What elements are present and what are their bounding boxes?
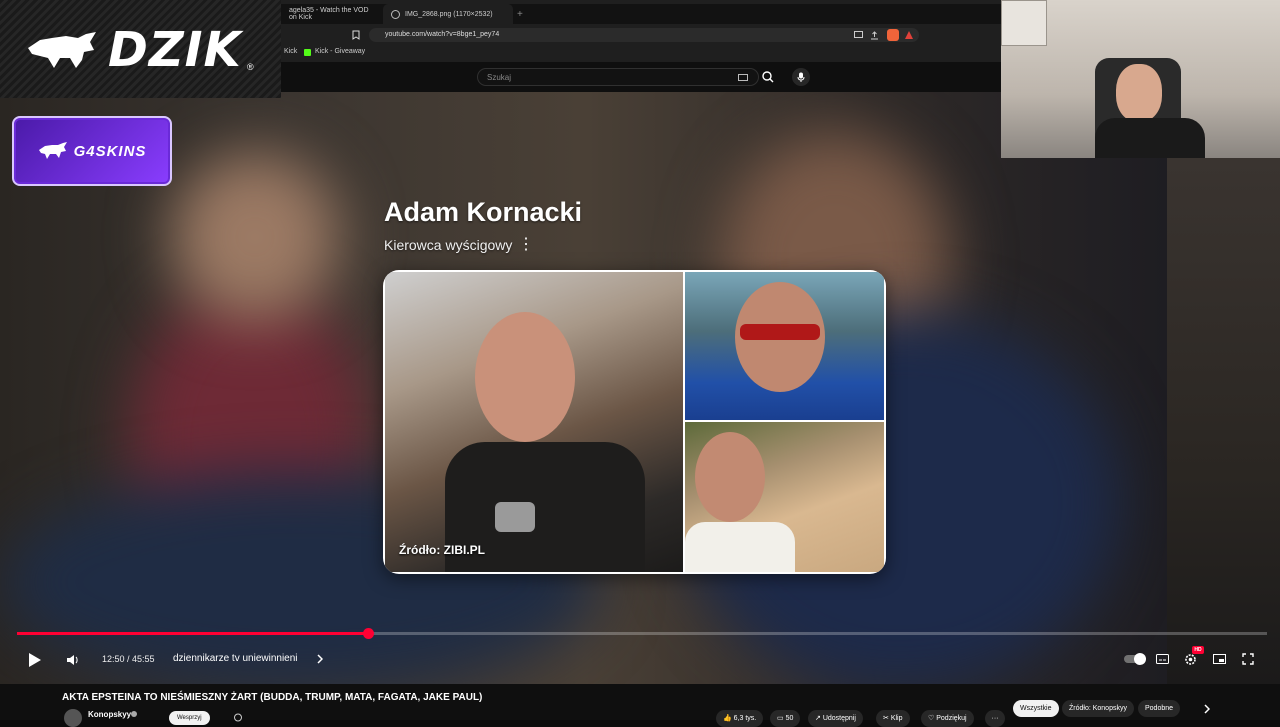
tab-label: IMG_2868.png (1170×2532) — [405, 10, 493, 18]
miniplayer-icon[interactable] — [1210, 651, 1228, 667]
face-shape — [695, 432, 765, 522]
address-bar[interactable]: youtube.com/watch?v=8bge1_pey74 — [369, 28, 919, 42]
volume-icon — [67, 655, 78, 665]
rewards-icon[interactable] — [903, 29, 915, 41]
comment-count: 50 — [785, 715, 794, 722]
fullscreen-icon[interactable] — [1239, 651, 1257, 667]
channel-name[interactable]: Konopskyy — [88, 710, 131, 719]
bull-icon — [28, 32, 96, 68]
progress-played — [17, 632, 368, 635]
video-title: AKTA EPSTEINA TO NIEŚMIESZNY ŻART (BUDDA… — [62, 692, 483, 703]
person-name: Adam Kornacki — [384, 197, 583, 227]
white-tshirt — [685, 522, 795, 572]
volume-button[interactable] — [63, 651, 83, 669]
chip-all[interactable]: Wszystkie — [1013, 700, 1059, 717]
heart-icon: ♡ — [928, 715, 937, 722]
image-collage[interactable]: Źródło: ZIBI.PL — [383, 270, 886, 574]
share-label: Udostępnij — [822, 715, 856, 722]
clip-label: Klip — [890, 715, 903, 722]
microphone-icon[interactable] — [792, 68, 810, 86]
tab-label: agela35 - Watch the VOD on Kick — [289, 7, 369, 21]
autoplay-toggle[interactable] — [1121, 652, 1149, 666]
bull-icon — [38, 142, 67, 159]
tab-kick-vod[interactable]: agela35 - Watch the VOD on Kick — [281, 4, 381, 24]
share-icon[interactable] — [869, 30, 879, 40]
share-button[interactable]: ↗ Udostępnij — [808, 710, 863, 727]
face-shape — [475, 312, 575, 442]
chevron-right-icon[interactable] — [1200, 702, 1214, 716]
support-button[interactable]: Wesprzyj — [169, 711, 210, 725]
bookmark-kick-giveaway[interactable]: Kick - Giveaway — [315, 48, 365, 55]
streamer-shirt — [1095, 118, 1205, 158]
share-icon: ↗ — [815, 715, 823, 722]
more-actions-button[interactable]: ··· — [985, 710, 1005, 727]
webcam-feed — [1001, 0, 1280, 158]
url-text: youtube.com/watch?v=8bge1_pey74 — [385, 31, 500, 38]
sponsor-badge: G4SKINS — [12, 116, 172, 186]
globe-icon — [391, 9, 400, 19]
avatar[interactable] — [64, 709, 82, 727]
thanks-label: Podziękuj — [936, 715, 967, 722]
photo-bottom-right[interactable] — [685, 422, 884, 572]
kick-icon — [304, 49, 311, 56]
chapter-title[interactable]: dziennikarze tv uniewinnieni — [173, 653, 298, 664]
background-face-left — [170, 152, 340, 322]
thanks-button[interactable]: ♡ Podziękuj — [921, 710, 974, 727]
chip-related[interactable]: Podobne — [1138, 700, 1181, 717]
chip-channel[interactable]: Źródło: Konopskyy — [1062, 700, 1134, 717]
image-source-label: Źródło: ZIBI.PL — [399, 543, 485, 557]
plus-icon[interactable]: + — [509, 4, 525, 24]
hd-badge: HD — [1192, 646, 1204, 654]
search-placeholder: Szukaj — [487, 73, 512, 82]
brand-logo-text: DZIK — [108, 22, 242, 78]
play-icon — [29, 653, 41, 667]
comment-icon: ▭ — [777, 715, 786, 722]
photo-top-right[interactable] — [685, 272, 884, 420]
sponsor-text: G4SKINS — [73, 142, 147, 160]
photo-main[interactable]: Źródło: ZIBI.PL — [385, 272, 683, 572]
browser-window: agela35 - Watch the VOD on Kick IMG_2868… — [281, 0, 1001, 92]
search-icon[interactable] — [761, 70, 775, 84]
chevron-right-icon[interactable] — [314, 653, 326, 665]
red-sunglasses — [740, 324, 820, 340]
time-display: 12:50 / 45:55 — [102, 654, 155, 664]
cast-icon[interactable] — [853, 30, 863, 40]
wall-frame — [1001, 0, 1047, 46]
keyboard-icon[interactable] — [737, 72, 749, 82]
scrubber-handle[interactable] — [363, 628, 374, 639]
brave-shield-icon[interactable] — [887, 29, 899, 41]
streamer-face — [1116, 64, 1162, 122]
watch — [495, 502, 535, 532]
like-count: 6,3 tys. — [733, 715, 757, 722]
scissors-icon: ✂ — [883, 715, 891, 722]
video-edge-strip — [1167, 158, 1280, 684]
play-button[interactable] — [25, 650, 45, 670]
clip-button[interactable]: ✂ Klip — [876, 710, 910, 727]
vertical-dots-icon[interactable]: ⋮ — [518, 234, 534, 254]
registered-mark: ® — [247, 62, 254, 72]
bookmarks-bar: Kick Kick - Giveaway — [281, 46, 1001, 60]
person-description: Kierowca wyścigowy — [384, 237, 513, 253]
bookmark-icon[interactable] — [351, 29, 361, 41]
verified-icon — [131, 711, 137, 717]
like-button[interactable]: 👍 6,3 tys. — [716, 710, 764, 727]
bell-icon[interactable] — [224, 711, 252, 725]
comments-button[interactable]: ▭ 50 — [770, 710, 801, 727]
like-icon: 👍 — [723, 715, 734, 722]
search-input[interactable]: Szukaj — [477, 68, 759, 86]
subtitles-icon[interactable] — [1153, 651, 1171, 667]
bookmark-kick[interactable]: Kick — [284, 48, 297, 55]
tab-image[interactable]: IMG_2868.png (1170×2532) — [383, 4, 513, 24]
